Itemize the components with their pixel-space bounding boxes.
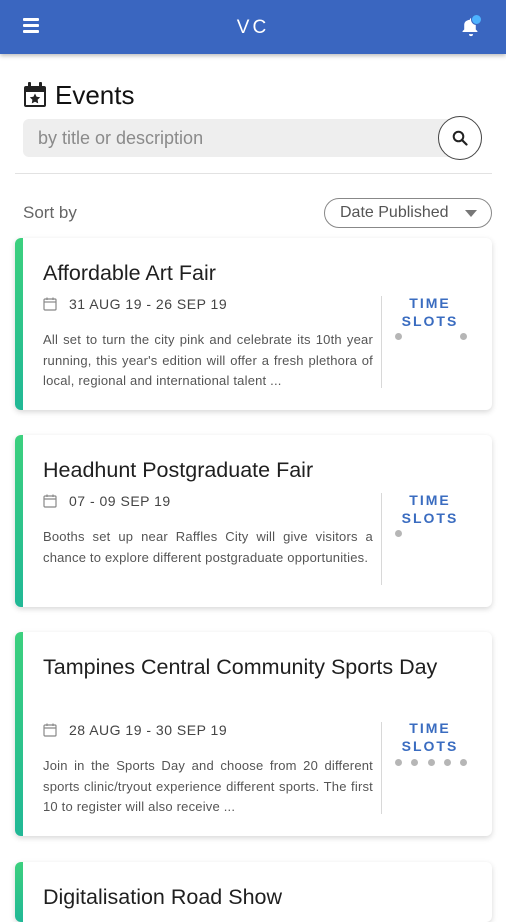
app-bar: VC: [0, 0, 506, 54]
notification-badge: [471, 14, 482, 25]
calendar-icon: [43, 494, 57, 508]
search-input[interactable]: [23, 119, 463, 157]
divider: [15, 173, 492, 174]
calendar-star-icon: [24, 82, 46, 107]
time-slot-dot: [460, 759, 467, 766]
time-slots-link[interactable]: TIME SLOTS: [393, 491, 467, 527]
time-slot-dots: [395, 530, 467, 537]
time-slot-dot: [395, 759, 402, 766]
event-date-row: 28 AUG 19 - 30 SEP 19: [43, 722, 227, 738]
app-title: VC: [236, 17, 270, 38]
time-slot-dot: [460, 333, 467, 340]
calendar-icon: [43, 723, 57, 737]
event-card[interactable]: Headhunt Postgraduate Fair 07 - 09 SEP 1…: [15, 435, 492, 607]
event-description: All set to turn the city pink and celebr…: [43, 332, 373, 388]
card-separator: [381, 493, 382, 585]
search-icon: [452, 130, 468, 146]
card-separator: [381, 296, 382, 388]
event-card[interactable]: Digitalisation Road Show: [15, 862, 492, 922]
time-slot-dot: [395, 530, 402, 537]
page-title: Events: [55, 79, 135, 110]
sort-selected-value: Date Published: [340, 204, 449, 221]
calendar-icon: [43, 297, 57, 311]
event-description: Join in the Sports Day and choose from 2…: [43, 758, 373, 814]
search-button[interactable]: [438, 116, 482, 160]
event-title: Tampines Central Community Sports Day: [43, 655, 438, 679]
time-slot-dots: [395, 759, 467, 766]
event-card[interactable]: Tampines Central Community Sports Day 28…: [15, 632, 492, 836]
time-slot-dot: [395, 333, 402, 340]
event-dates: 07 - 09 SEP 19: [69, 493, 171, 509]
event-description: Booths set up near Raffles City will giv…: [43, 529, 373, 565]
event-title: Digitalisation Road Show: [43, 885, 283, 909]
page-header: Events: [23, 80, 135, 110]
card-separator: [381, 722, 382, 814]
time-slot-dots: [395, 333, 467, 340]
time-slot-dot: [411, 759, 419, 766]
event-title: Headhunt Postgraduate Fair: [43, 458, 314, 482]
chevron-down-icon: [465, 210, 477, 217]
sort-label: Sort by: [23, 203, 77, 222]
event-title: Affordable Art Fair: [43, 261, 216, 285]
event-dates: 31 AUG 19 - 26 SEP 19: [69, 296, 228, 312]
event-card[interactable]: Affordable Art Fair 31 AUG 19 - 26 SEP 1…: [15, 238, 492, 410]
time-slots-link[interactable]: TIME SLOTS: [393, 294, 467, 330]
event-dates: 28 AUG 19 - 30 SEP 19: [69, 722, 228, 738]
time-slot-dot: [427, 759, 435, 766]
time-slot-dot: [443, 759, 451, 766]
event-date-row: 07 - 09 SEP 19: [43, 493, 171, 509]
notification-bell-icon[interactable]: [460, 14, 482, 38]
sort-dropdown[interactable]: Date Published: [324, 198, 492, 228]
event-date-row: 31 AUG 19 - 26 SEP 19: [43, 296, 227, 312]
time-slots-link[interactable]: TIME SLOTS: [393, 719, 467, 755]
